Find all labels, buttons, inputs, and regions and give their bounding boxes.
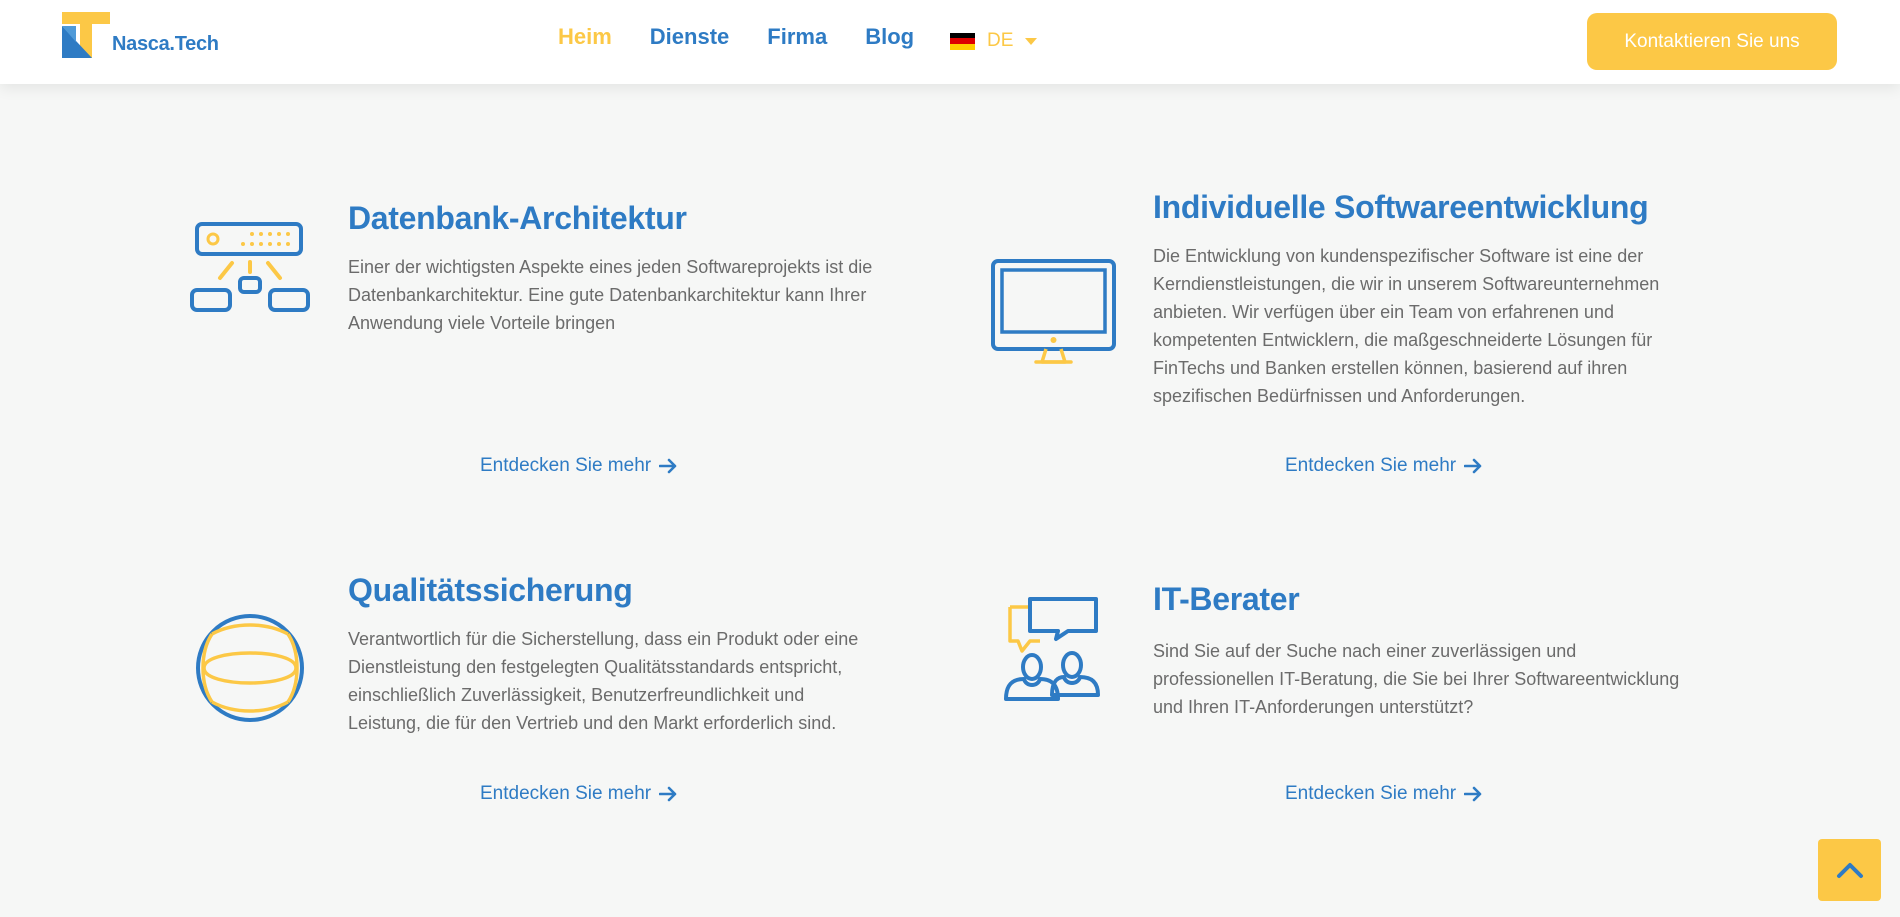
language-code: DE — [987, 30, 1014, 51]
arrow-right-icon — [1464, 458, 1482, 474]
caret-down-icon — [1025, 37, 1038, 45]
service-title: Individuelle Softwareentwicklung — [1153, 189, 1649, 225]
discover-more-label: Entdecken Sie mehr — [480, 455, 652, 476]
service-title: Datenbank-Architektur — [348, 200, 687, 236]
discover-more-label: Entdecken Sie mehr — [1285, 783, 1457, 804]
discover-more-label: Entdecken Sie mehr — [480, 783, 652, 804]
arrow-right-icon — [1464, 786, 1482, 802]
language-selector[interactable]: DE — [950, 30, 1038, 52]
database-architecture-icon — [190, 222, 310, 312]
service-description: Sind Sie auf der Suche nach einer zuverl… — [1153, 641, 1680, 717]
quality-sphere-icon — [196, 614, 304, 722]
service-description: Einer der wichtigsten Aspekte eines jede… — [348, 257, 873, 333]
service-description: Die Entwicklung von kundenspezifischer S… — [1153, 246, 1660, 406]
discover-more-link[interactable]: Entdecken Sie mehr — [480, 455, 678, 477]
scroll-to-top-button[interactable] — [1818, 839, 1881, 901]
chevron-up-icon — [1836, 863, 1863, 878]
service-title: Qualitätssicherung — [348, 572, 633, 608]
logo[interactable]: Nasca.Tech — [62, 12, 219, 58]
contact-button[interactable]: Kontaktieren Sie uns — [1587, 13, 1837, 70]
discover-more-link[interactable]: Entdecken Sie mehr — [1285, 455, 1483, 477]
discover-more-link[interactable]: Entdecken Sie mehr — [1285, 783, 1483, 805]
nav-item-heim[interactable]: Heim — [558, 24, 612, 50]
german-flag-icon — [950, 32, 975, 50]
discover-more-link[interactable]: Entdecken Sie mehr — [480, 783, 678, 805]
nav-item-firma[interactable]: Firma — [767, 24, 827, 50]
main-nav: Heim Dienste Firma Blog — [558, 24, 952, 50]
service-title: IT-Berater — [1153, 581, 1300, 617]
nav-item-dienste[interactable]: Dienste — [650, 24, 729, 50]
arrow-right-icon — [659, 786, 677, 802]
monitor-icon — [991, 259, 1116, 364]
site-header: Nasca.Tech Heim Dienste Firma Blog DE Ko… — [0, 0, 1900, 84]
logo-text: Nasca.Tech — [112, 33, 219, 55]
consultants-chat-icon — [1004, 597, 1100, 701]
nav-item-blog[interactable]: Blog — [865, 24, 914, 50]
logo-icon — [62, 12, 110, 58]
service-description: Verantwortlich für die Sicherstellung, d… — [348, 629, 859, 733]
arrow-right-icon — [659, 458, 677, 474]
discover-more-label: Entdecken Sie mehr — [1285, 455, 1457, 476]
